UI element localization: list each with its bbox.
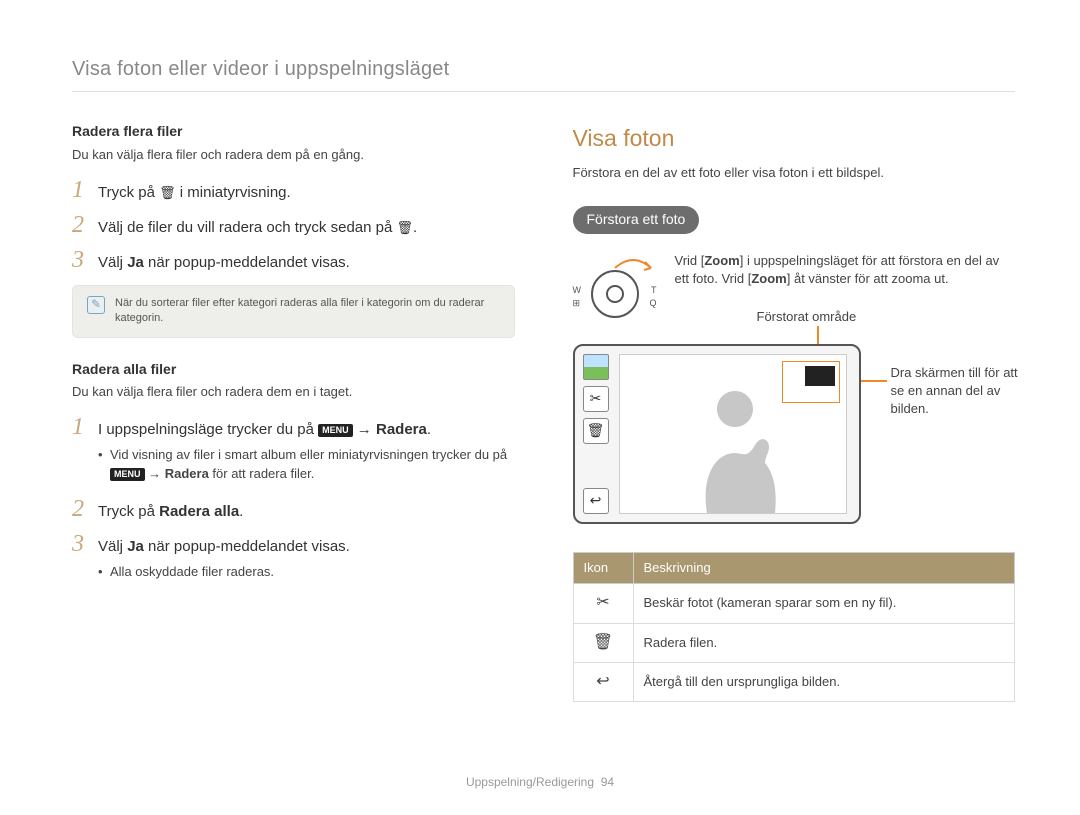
arrow-icon xyxy=(611,252,655,272)
photo-area[interactable] xyxy=(619,354,847,514)
step-text: . xyxy=(427,421,431,438)
step-text: Vid visning av filer i smart album eller… xyxy=(110,447,507,462)
step-bold: Ja xyxy=(127,254,144,271)
step-text: för att radera filer. xyxy=(209,466,315,481)
tool-column: ✂ 🗑 xyxy=(583,354,609,444)
dial-label-left: W⊞ xyxy=(573,284,582,309)
steps-delete-multiple: 1 Tryck på 🗑 i miniatyrvisning. 2 Välj d… xyxy=(72,178,515,273)
right-column: Visa foton Förstora en del av ett foto e… xyxy=(573,122,1016,702)
heading-delete-multiple: Radera flera filer xyxy=(72,122,515,142)
step-number: 3 xyxy=(72,248,88,272)
step-text: Välj xyxy=(98,254,127,271)
menu-icon: MENU xyxy=(110,468,145,481)
note-text: När du sorterar filer efter kategori rad… xyxy=(115,296,500,327)
back-icon: ↩ xyxy=(573,662,633,701)
table-row: ↩ Återgå till den ursprungliga bilden. xyxy=(573,662,1015,701)
table-cell: Beskär fotot (kameran sparar som en ny f… xyxy=(633,584,1015,623)
step-bold: Radera alla xyxy=(159,503,239,520)
step-text: när popup-meddelandet visas. xyxy=(144,254,350,271)
callout-top: Förstorat område xyxy=(757,308,857,326)
minimap xyxy=(782,361,840,403)
minimap-viewport xyxy=(805,366,835,386)
scissors-icon: ✂ xyxy=(573,584,633,623)
step-number: 1 xyxy=(72,178,88,202)
step-text: → xyxy=(145,466,165,481)
crop-button[interactable]: ✂ xyxy=(583,386,609,412)
step-bold: Radera xyxy=(165,466,209,481)
step-text: . xyxy=(239,503,243,520)
table-row: 🗑 Radera filen. xyxy=(573,623,1015,662)
section-intro: Förstora en del av ett foto eller visa f… xyxy=(573,164,1016,182)
trash-icon: 🗑 xyxy=(159,185,176,200)
intro-delete-all: Du kan välja flera filer och radera dem … xyxy=(72,383,515,401)
table-cell: Återgå till den ursprungliga bilden. xyxy=(633,662,1015,701)
table-cell: Radera filen. xyxy=(633,623,1015,662)
footer-page: 94 xyxy=(601,775,614,789)
section-title: Visa foton xyxy=(573,122,1016,154)
note-icon: ✎ xyxy=(87,296,105,314)
trash-icon: 🗑 xyxy=(573,623,633,662)
list-item: 2 Tryck på Radera alla. xyxy=(72,497,515,522)
step-bold: Radera xyxy=(376,421,427,438)
list-item: 1 I uppspelningsläge trycker du på MENU … xyxy=(72,415,515,486)
step-text: . xyxy=(413,219,417,236)
step-text: Tryck på xyxy=(98,503,159,520)
step-text: Tryck på xyxy=(98,184,159,201)
thumbnail-icon xyxy=(583,354,609,380)
list-item: 3 Välj Ja när popup-meddelandet visas. A… xyxy=(72,532,515,585)
list-item: 2 Välj de filer du vill radera och tryck… xyxy=(72,213,515,238)
dial-label-right: TQ xyxy=(649,284,656,309)
step-number: 1 xyxy=(72,415,88,439)
step-number: 2 xyxy=(72,497,88,521)
delete-button[interactable]: 🗑 xyxy=(583,418,609,444)
step-bold: Ja xyxy=(127,538,144,555)
content-columns: Radera flera filer Du kan välja flera fi… xyxy=(72,122,1015,702)
sub-bullet-item: Alla oskyddade filer raderas. xyxy=(98,563,350,581)
menu-icon: MENU xyxy=(318,424,353,437)
list-item: 1 Tryck på 🗑 i miniatyrvisning. xyxy=(72,178,515,203)
step-text: Välj de filer du vill radera och tryck s… xyxy=(98,219,396,236)
note-box: ✎ När du sorterar filer efter kategori r… xyxy=(72,285,515,338)
device-screen: ✂ 🗑 ↩ xyxy=(573,344,861,524)
table-header-row: Ikon Beskrivning xyxy=(573,552,1015,583)
zoom-instruction: Vrid [Zoom] i uppspelningsläget för att … xyxy=(675,252,1016,288)
zoom-dial: W⊞ TQ xyxy=(573,252,657,318)
callout-right: Dra skärmen till för att se en annan del… xyxy=(891,364,1031,419)
step-number: 3 xyxy=(72,532,88,556)
heading-delete-all: Radera alla filer xyxy=(72,360,515,380)
step-text: I uppspelningsläge trycker du på xyxy=(98,421,318,438)
step-number: 2 xyxy=(72,213,88,237)
left-column: Radera flera filer Du kan välja flera fi… xyxy=(72,122,515,702)
screen-illustration: Förstorat område Dra skärmen till för at… xyxy=(573,344,1016,524)
table-header: Ikon xyxy=(573,552,633,583)
icon-table: Ikon Beskrivning ✂ Beskär fotot (kameran… xyxy=(573,552,1016,702)
silhouette-icon xyxy=(675,373,795,513)
callout-line xyxy=(861,380,887,382)
page-header: Visa foton eller videor i uppspelningslä… xyxy=(72,55,1015,92)
step-text: när popup-meddelandet visas. xyxy=(144,538,350,555)
table-header: Beskrivning xyxy=(633,552,1015,583)
sub-bullet-item: Vid visning av filer i smart album eller… xyxy=(98,446,515,482)
footer-label: Uppspelning/Redigering xyxy=(466,775,594,789)
trash-icon: 🗑 xyxy=(396,220,413,235)
table-row: ✂ Beskär fotot (kameran sparar som en ny… xyxy=(573,584,1015,623)
page-footer: Uppspelning/Redigering 94 xyxy=(0,774,1080,791)
step-text: → xyxy=(353,421,376,438)
step-text: i miniatyrvisning. xyxy=(176,184,291,201)
intro-delete-multiple: Du kan välja flera filer och radera dem … xyxy=(72,146,515,164)
back-button[interactable]: ↩ xyxy=(583,488,609,514)
pill-enlarge: Förstora ett foto xyxy=(573,206,700,234)
step-text: Välj xyxy=(98,538,127,555)
steps-delete-all: 1 I uppspelningsläge trycker du på MENU … xyxy=(72,415,515,585)
list-item: 3 Välj Ja när popup-meddelandet visas. xyxy=(72,248,515,273)
